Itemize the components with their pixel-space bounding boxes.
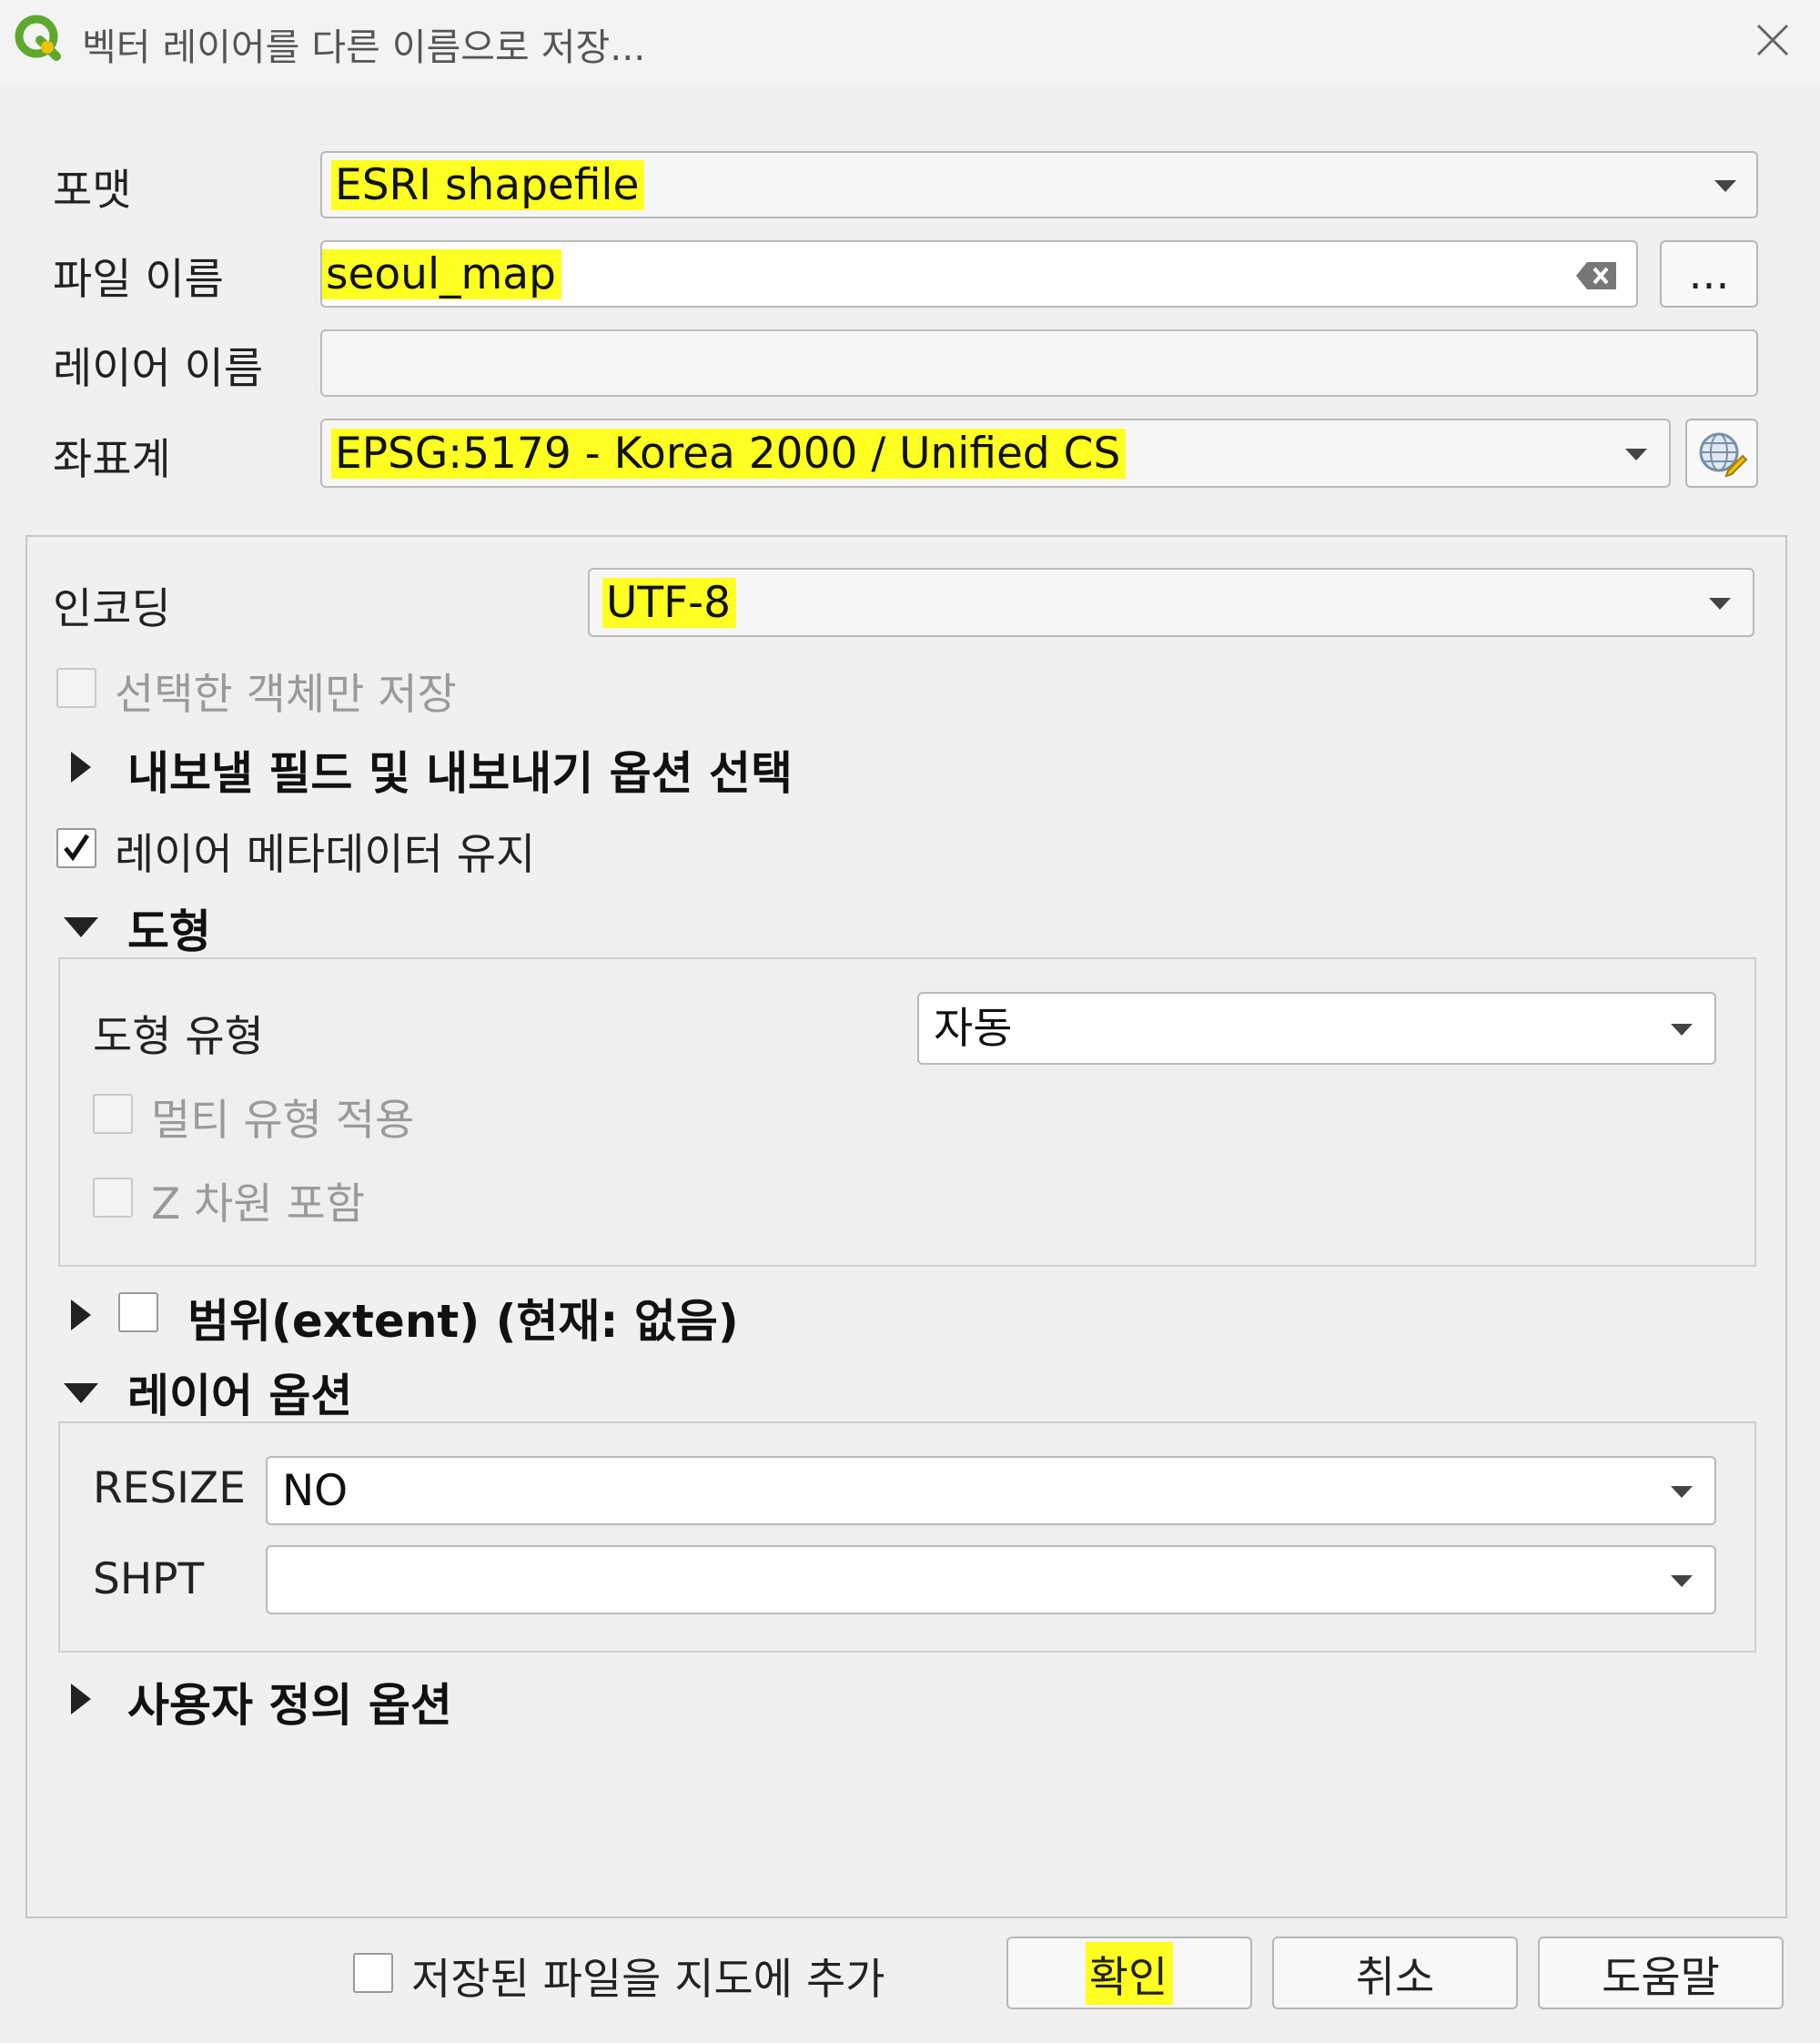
format-value: ESRI shapefile — [331, 160, 645, 210]
browse-button[interactable]: ... — [1660, 240, 1758, 308]
extent-section-header[interactable]: 범위(extent) (현재: 없음) — [187, 1285, 739, 1350]
expand-arrow-icon[interactable] — [71, 1684, 91, 1714]
selected-only-checkbox[interactable] — [56, 668, 96, 708]
geometry-section-header[interactable]: 도형 — [127, 895, 211, 961]
filename-input[interactable]: seoul_map — [320, 240, 1638, 308]
geometry-type-value: 자동 — [934, 1004, 1013, 1054]
keep-metadata-label: 레이어 메타데이터 유지 — [115, 830, 536, 880]
expand-arrow-icon[interactable] — [71, 752, 91, 783]
include-z-label: Z 차원 포함 — [151, 1179, 366, 1229]
window-title: 벡터 레이어를 다른 이름으로 저장... — [82, 25, 646, 69]
layername-input[interactable] — [320, 329, 1758, 397]
close-icon[interactable] — [1749, 16, 1796, 64]
dropdown-arrow-icon — [1625, 449, 1647, 460]
crs-value: EPSG:5179 - Korea 2000 / Unified CS — [331, 429, 1127, 479]
force-multi-label: 멀티 유형 적용 — [151, 1096, 415, 1146]
dropdown-arrow-icon — [1714, 180, 1736, 192]
help-button[interactable]: 도움말 — [1538, 1937, 1784, 2009]
crs-select[interactable]: EPSG:5179 - Korea 2000 / Unified CS — [320, 419, 1671, 488]
geometry-type-label: 도형 유형 — [93, 1012, 264, 1062]
layername-label: 레이어 이름 — [53, 344, 264, 394]
encoding-label: 인코딩 — [53, 584, 171, 634]
geometry-type-select[interactable]: 자동 — [917, 992, 1716, 1065]
ok-button[interactable]: 확인 — [1006, 1937, 1252, 2009]
format-label: 포맷 — [53, 166, 132, 216]
filename-value: seoul_map — [322, 249, 561, 299]
qgis-logo-icon — [15, 15, 61, 61]
force-multi-checkbox[interactable] — [93, 1094, 133, 1134]
encoding-select[interactable]: UTF-8 — [588, 568, 1754, 637]
dropdown-arrow-icon — [1671, 1024, 1693, 1036]
collapse-arrow-icon[interactable] — [64, 1383, 98, 1403]
clear-icon[interactable] — [1574, 260, 1618, 291]
ok-label: 확인 — [1085, 1941, 1174, 2005]
extent-checkbox[interactable] — [118, 1292, 158, 1332]
crs-label: 좌표계 — [53, 435, 171, 485]
globe-crs-icon — [1699, 432, 1748, 478]
dropdown-arrow-icon — [1671, 1575, 1693, 1587]
shpt-select[interactable] — [266, 1545, 1716, 1614]
collapse-arrow-icon[interactable] — [64, 917, 98, 937]
checkmark-icon — [64, 834, 90, 862]
custom-options-section-header[interactable]: 사용자 정의 옵션 — [127, 1669, 452, 1735]
add-to-map-label: 저장된 파일을 지도에 추가 — [411, 1955, 885, 2005]
selected-only-label: 선택한 객체만 저장 — [115, 670, 457, 720]
shpt-label: SHPT — [93, 1554, 205, 1604]
format-select[interactable]: ESRI shapefile — [320, 151, 1758, 218]
resize-label: RESIZE — [93, 1463, 246, 1513]
resize-value: NO — [282, 1466, 349, 1516]
layer-options-section-header[interactable]: 레이어 옵션 — [127, 1360, 352, 1425]
fields-section-header[interactable]: 내보낼 필드 및 내보내기 옵션 선택 — [127, 737, 793, 803]
add-to-map-checkbox[interactable] — [353, 1953, 393, 1993]
cancel-button[interactable]: 취소 — [1272, 1937, 1518, 2009]
filename-label: 파일 이름 — [53, 255, 224, 305]
encoding-value: UTF-8 — [602, 578, 737, 628]
include-z-checkbox[interactable] — [93, 1178, 133, 1218]
keep-metadata-checkbox[interactable] — [56, 828, 96, 868]
resize-select[interactable]: NO — [266, 1456, 1716, 1525]
crs-picker-button[interactable] — [1685, 419, 1758, 488]
dropdown-arrow-icon — [1671, 1486, 1693, 1498]
expand-arrow-icon[interactable] — [71, 1300, 91, 1330]
dropdown-arrow-icon — [1709, 598, 1731, 610]
